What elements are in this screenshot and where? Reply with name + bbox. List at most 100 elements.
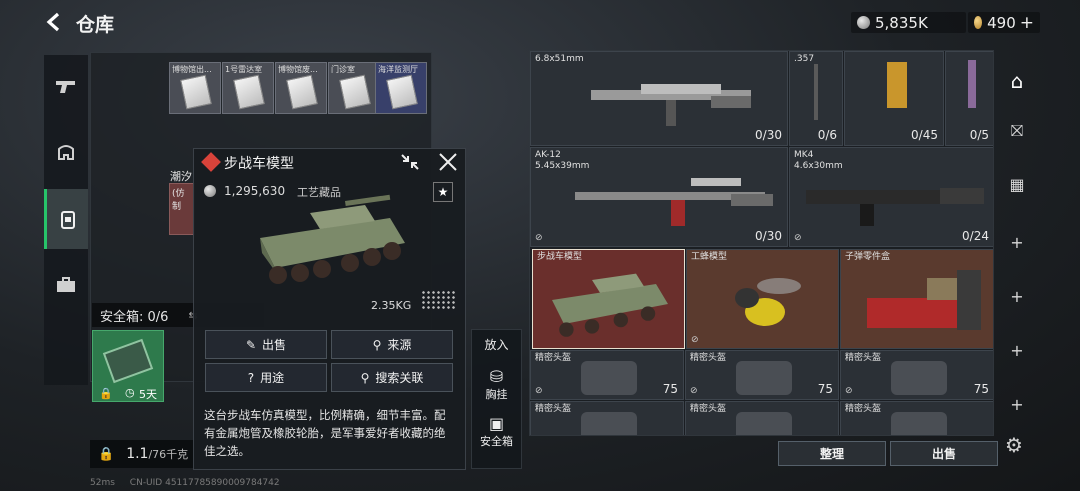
keycard-icon: [233, 74, 265, 110]
row2-item[interactable]: (仿制: [169, 183, 195, 235]
safe-box-button[interactable]: ▣ 安全箱: [472, 414, 521, 449]
silver-amount: 5,835K: [875, 13, 928, 32]
tab-2-icon[interactable]: ⛝: [996, 121, 1038, 141]
ammo-parts-box-icon: [867, 270, 981, 330]
lock-icon: ⊘: [691, 335, 699, 345]
row2-sub: (仿制: [172, 189, 185, 212]
keycard-icon: [286, 74, 318, 110]
search-icon: ⚲: [360, 370, 370, 385]
item-cell[interactable]: 精密头盔 ⊘ 75: [840, 350, 993, 400]
keycard-label: 海洋监测厅: [378, 65, 418, 74]
question-icon: ?: [247, 370, 255, 385]
item-cell[interactable]: AK-12 5.45x39mm ⊘ 0/30: [530, 147, 788, 247]
part-image: [968, 60, 976, 108]
ping: 52ms: [90, 478, 115, 488]
gear-icon[interactable]: ⚙: [1005, 433, 1023, 457]
item-cell[interactable]: 0/5: [945, 51, 993, 146]
top-bar: 仓库 5,835K 490 +: [0, 0, 1080, 46]
search-icon: ⚲: [372, 337, 382, 352]
item-name: 精密头盔: [845, 404, 882, 414]
gold-currency[interactable]: 490 +: [968, 12, 1040, 33]
item-cell[interactable]: 精密头盔: [685, 401, 839, 435]
item-cell[interactable]: 6.8x51mm 0/30: [530, 51, 788, 146]
keycard-item[interactable]: 海洋监测厅: [375, 62, 427, 114]
keycard-icon: [339, 74, 371, 110]
footer-info: 52ms CN-UID 45117785890009784742: [90, 478, 280, 488]
bee-model-icon: [735, 278, 801, 326]
chest-rig-button[interactable]: ⛁ 胸挂: [472, 367, 521, 402]
lock-icon: ⊘: [845, 386, 853, 396]
item-name: MK4 4.6x30mm: [794, 150, 843, 171]
uid: CN-UID 45117785890009784742: [129, 478, 280, 488]
ammo-count: 0/24: [962, 229, 989, 243]
row2-label: 潮汐: [170, 170, 192, 183]
page-title: 仓库: [76, 14, 115, 36]
tab-3-icon[interactable]: ▦: [996, 175, 1038, 194]
helmet-image: [891, 412, 947, 435]
add-gold-button[interactable]: +: [1020, 13, 1034, 33]
nav-case[interactable]: [44, 255, 88, 315]
item-name: 精密头盔: [845, 353, 882, 363]
usage-button[interactable]: ? 用途: [205, 363, 327, 392]
item-cell[interactable]: 精密头盔 ⊘ 75: [685, 350, 839, 400]
keycard-item[interactable]: 门诊室: [328, 62, 380, 114]
safe-box-item[interactable]: 🔒 ◷ 5天: [92, 330, 164, 402]
item-cell[interactable]: 精密头盔: [530, 401, 684, 435]
keycard-item[interactable]: 博物馆出...: [169, 62, 221, 114]
capacity-bar: 🔒 1.1 /76千克: [90, 440, 200, 468]
item-cell[interactable]: 精密头盔 ⊘ 75: [530, 350, 684, 400]
item-cell[interactable]: 0/45: [844, 51, 944, 146]
item-cell[interactable]: 精密头盔: [840, 401, 993, 435]
nav-armor[interactable]: [44, 123, 88, 183]
add-tab-icon[interactable]: +: [996, 395, 1038, 414]
favorite-star-icon[interactable]: ★: [433, 182, 453, 202]
add-tab-icon[interactable]: +: [996, 233, 1038, 252]
item-name: 6.8x51mm: [535, 54, 584, 64]
rod-image: [814, 64, 818, 120]
put-into-label: 放入: [484, 338, 509, 352]
item-name: 子弹零件盒: [845, 252, 891, 262]
source-button[interactable]: ⚲ 来源: [331, 330, 453, 359]
silver-currency: 5,835K: [851, 12, 966, 33]
item-name: AK-12 5.45x39mm: [535, 150, 590, 171]
keycard-item[interactable]: 1号雷达室: [222, 62, 274, 114]
item-cell[interactable]: 工蜂模型 ⊘: [686, 249, 839, 349]
nav-backpack[interactable]: [44, 189, 88, 249]
item-name: 精密头盔: [690, 353, 727, 363]
add-tab-icon[interactable]: +: [996, 287, 1038, 306]
put-into-column: 放入 ⛁ 胸挂 ▣ 安全箱: [471, 329, 522, 469]
sort-button[interactable]: 整理: [778, 441, 886, 466]
shrink-icon[interactable]: [400, 153, 420, 171]
warehouse-grid: 6.8x51mm 0/30 .357 0/6 0/45 0/5 AK-12 5.…: [529, 50, 994, 436]
timer-icon: ◷: [125, 386, 135, 399]
item-cell[interactable]: .357 0/6: [789, 51, 843, 146]
item-cell[interactable]: MK4 4.6x30mm ⊘ 0/24: [789, 147, 993, 247]
close-icon[interactable]: [438, 153, 458, 171]
item-name: 精密头盔: [690, 404, 727, 414]
sell-button[interactable]: ✎ 出售: [205, 330, 327, 359]
keycard-item[interactable]: 博物馆废...: [275, 62, 327, 114]
helmet-image: [891, 361, 947, 395]
back-arrow-icon[interactable]: [44, 11, 66, 33]
nav-weapons[interactable]: [44, 57, 88, 117]
search-related-button[interactable]: ⚲ 搜索关联: [331, 363, 453, 392]
sell-label: 出售: [262, 338, 287, 352]
keycard-label: 博物馆出...: [172, 65, 212, 74]
warehouse-icon[interactable]: ⌂: [996, 69, 1038, 93]
ammo-count: 0/5: [969, 128, 989, 142]
safe-days: 5天: [139, 388, 157, 401]
lock-icon: ⊘: [794, 233, 802, 243]
sell-all-button[interactable]: 出售: [890, 441, 998, 466]
helmet-image: [736, 412, 792, 435]
rifle-image: [591, 84, 751, 126]
silver-coin-icon: [857, 16, 870, 29]
lock-icon: 🔒: [99, 387, 113, 400]
keycard-icon: [180, 74, 212, 110]
item-cell-selected[interactable]: 步战车模型: [532, 249, 685, 349]
item-cell[interactable]: 子弹零件盒: [840, 249, 993, 349]
briefcase-icon: [57, 277, 75, 292]
helmet-image: [581, 412, 637, 435]
add-tab-icon[interactable]: +: [996, 341, 1038, 360]
item-name: 精密头盔: [535, 404, 572, 414]
size-grid-icon: [421, 290, 455, 310]
